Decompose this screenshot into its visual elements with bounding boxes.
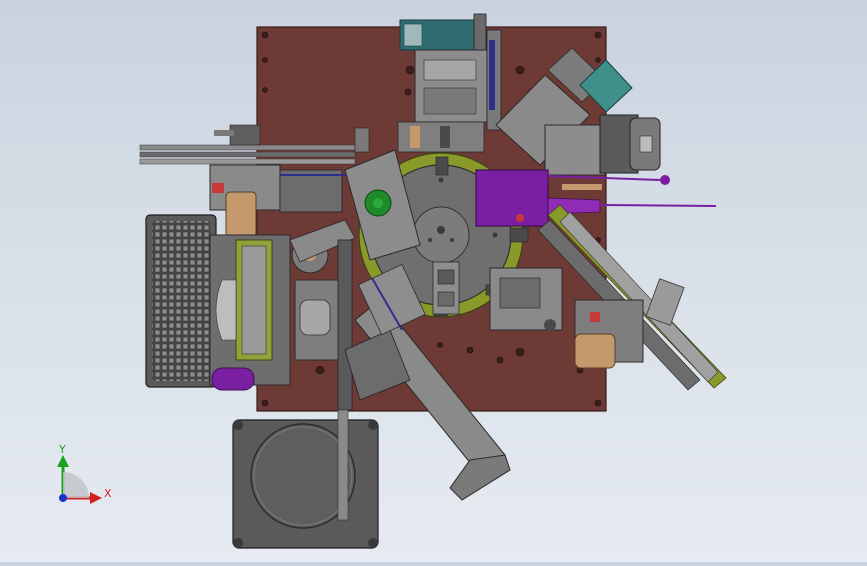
y-axis-label: Y: [58, 443, 66, 456]
coordinate-triad: Y X: [57, 443, 112, 504]
z-axis-dot: [59, 494, 67, 502]
turntable-hub: [412, 206, 470, 264]
x-axis-label: X: [104, 487, 112, 500]
cad-viewport[interactable]: Y X: [0, 0, 867, 562]
left-tray[interactable]: [145, 214, 291, 391]
cad-scene[interactable]: Y X: [0, 0, 867, 562]
bowl-feeder-base[interactable]: [232, 409, 379, 549]
